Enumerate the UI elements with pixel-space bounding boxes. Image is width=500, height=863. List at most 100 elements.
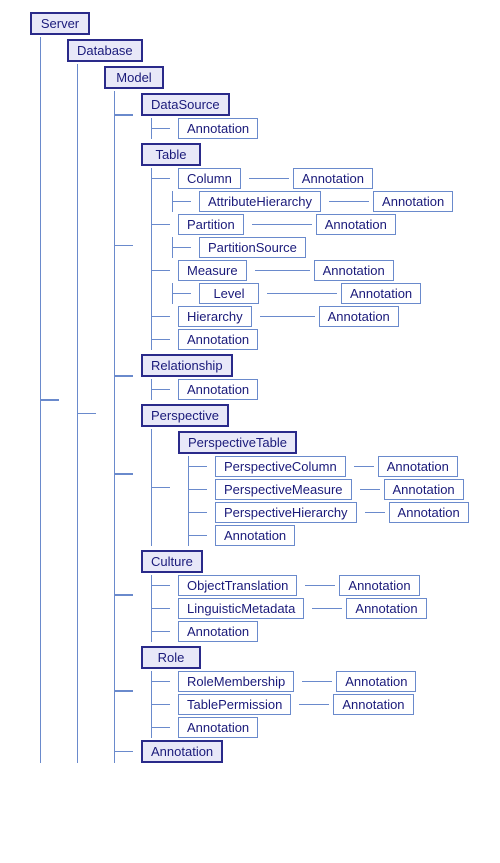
hierarchy-annotation-sibling: Annotation: [260, 306, 399, 327]
sib-h: [249, 178, 289, 180]
hierarchy-row: Hierarchy Annotation: [152, 306, 453, 327]
perspectivehierarchy-row: PerspectiveHierarchy Annotation: [189, 502, 469, 523]
objecttranslation-row: ObjectTranslation Annotation: [152, 575, 427, 596]
h-line: [152, 178, 170, 180]
sib-h: [267, 293, 337, 295]
sib-h: [255, 270, 310, 272]
annotation-box: Annotation: [314, 260, 394, 281]
annotation-box: Annotation: [215, 525, 295, 546]
perspectivehierarchy-box: PerspectiveHierarchy: [215, 502, 357, 523]
h-line: [152, 270, 170, 272]
annotation-box: Annotation: [389, 502, 469, 523]
annotation-box: Annotation: [178, 621, 258, 642]
rolemembership-box: RoleMembership: [178, 671, 294, 692]
perspectivehierarchy-annotation: Annotation: [365, 502, 469, 523]
h-line: [115, 751, 133, 753]
server-node: Server: [30, 12, 490, 35]
linguisticmetadata-box: LinguisticMetadata: [178, 598, 304, 619]
h-line: [152, 389, 170, 391]
annotation-under-model: Annotation: [115, 740, 469, 763]
sib-h: [312, 608, 342, 610]
annotation-under-culture: Annotation: [152, 621, 427, 642]
datasource-box: DataSource: [141, 93, 230, 116]
schema-tree: Server Database Mode: [10, 12, 490, 763]
annotation-box: Annotation: [178, 118, 258, 139]
sib-h: [365, 512, 385, 514]
h-line: [152, 704, 170, 706]
level-annotation-sibling: Annotation: [267, 283, 421, 304]
annotation-box: Annotation: [178, 329, 258, 350]
culture-box: Culture: [141, 550, 203, 573]
tablepermission-row: TablePermission Annotation: [152, 694, 416, 715]
sib-h: [360, 489, 380, 491]
h-line: [152, 316, 170, 318]
objecttranslation-annotation: Annotation: [305, 575, 419, 596]
table-box: Table: [141, 143, 201, 166]
h-line: [152, 128, 170, 130]
h-line: [152, 631, 170, 633]
measure-box: Measure: [178, 260, 247, 281]
rolemembership-row: RoleMembership Annotation: [152, 671, 416, 692]
h-line: [173, 293, 191, 295]
measure-annotation-sibling: Annotation: [255, 260, 394, 281]
h-line: [152, 585, 170, 587]
annotation-box: Annotation: [316, 214, 396, 235]
table-row: Table Column: [115, 141, 469, 350]
h-line: [189, 466, 207, 468]
annotation-box: Annotation: [178, 717, 258, 738]
h-line: [115, 594, 133, 596]
h-line: [189, 489, 207, 491]
datasource-row: DataSource Annotation: [115, 91, 469, 139]
level-row: Level Annotation: [173, 283, 453, 304]
sib-h: [260, 316, 315, 318]
attrhier-annotation-sibling: Annotation: [329, 191, 453, 212]
h-line: [115, 473, 133, 475]
attrhier-box: AttributeHierarchy: [199, 191, 321, 212]
objecttranslation-box: ObjectTranslation: [178, 575, 297, 596]
server-box: Server: [30, 12, 90, 35]
h-line: [152, 608, 170, 610]
h-line: [115, 690, 133, 692]
annotation-box: Annotation: [373, 191, 453, 212]
perspectivemeasure-annotation: Annotation: [360, 479, 464, 500]
column-row: Column Annotation: [152, 168, 453, 189]
annotation-box: Annotation: [319, 306, 399, 327]
partitionsource-row: PartitionSource: [173, 237, 453, 258]
h-line: [189, 512, 207, 514]
h-line: [152, 727, 170, 729]
annotation-box: Annotation: [346, 598, 426, 619]
tablepermission-box: TablePermission: [178, 694, 291, 715]
annotation-under-table: Annotation: [152, 329, 453, 350]
model-row: Model DataSource: [78, 64, 469, 763]
linguisticmetadata-annotation: Annotation: [312, 598, 426, 619]
perspectivemeasure-box: PerspectiveMeasure: [215, 479, 352, 500]
h-line: [152, 224, 170, 226]
perspectivecolumn-row: PerspectiveColumn Annotation: [189, 456, 469, 477]
column-annotation-sibling: Annotation: [249, 168, 373, 189]
sib-h: [354, 466, 374, 468]
hierarchy-box: Hierarchy: [178, 306, 252, 327]
h-line: [78, 413, 96, 415]
annotation-box: Annotation: [339, 575, 419, 596]
level-box: Level: [199, 283, 259, 304]
annotation-box: Annotation: [341, 283, 421, 304]
relationship-row: Relationship Annotation: [115, 352, 469, 400]
annotation-box: Annotation: [333, 694, 413, 715]
role-box: Role: [141, 646, 201, 669]
h-line: [173, 201, 191, 203]
perspective-box: Perspective: [141, 404, 229, 427]
h-line: [115, 114, 133, 116]
annotation-box: Annotation: [378, 456, 458, 477]
model-box: Model: [104, 66, 164, 89]
annotation-under-relationship: Annotation: [152, 379, 258, 400]
perspective-row: Perspective: [115, 402, 469, 546]
rolemembership-annotation: Annotation: [302, 671, 416, 692]
h-line: [41, 399, 59, 401]
database-box: Database: [67, 39, 143, 62]
h-line: [115, 375, 133, 377]
role-row: Role RoleMembership: [115, 644, 469, 738]
h-line: [152, 487, 170, 489]
tablepermission-annotation: Annotation: [299, 694, 413, 715]
perspectivecolumn-annotation: Annotation: [354, 456, 458, 477]
partition-row: Partition Annotation: [152, 214, 453, 235]
